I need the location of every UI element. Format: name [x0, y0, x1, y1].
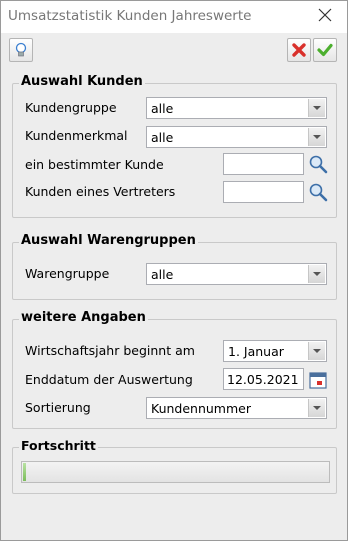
bestimmter-kunde-input[interactable] [223, 153, 304, 175]
title-bar: Umsatzstatistik Kunden Jahreswerte [1, 1, 347, 33]
label-vertreter: Kunden eines Vertreters [25, 184, 176, 199]
green-check-icon [317, 43, 333, 57]
kundengruppe-select[interactable]: alle [146, 97, 327, 119]
label-sortierung: Sortierung [25, 400, 91, 415]
vertreter-input[interactable] [223, 181, 304, 203]
label-kundenmerkmal: Kundenmerkmal [25, 128, 128, 143]
kundenmerkmal-select[interactable]: alle [146, 126, 327, 148]
group-title-fortschritt: Fortschritt [19, 438, 98, 453]
search-icon[interactable] [307, 181, 329, 203]
chevron-down-icon[interactable] [308, 128, 325, 146]
chevron-down-icon[interactable] [308, 99, 325, 117]
kundengruppe-value: alle [151, 101, 174, 116]
sortierung-select[interactable]: Kundennummer [146, 397, 327, 419]
chevron-down-icon[interactable] [308, 342, 325, 360]
label-enddatum: Enddatum der Auswertung [25, 372, 193, 387]
chevron-down-icon[interactable] [308, 265, 325, 283]
label-warengruppe: Warengruppe [25, 266, 110, 281]
progress-bar [21, 461, 330, 483]
warengruppe-value: alle [151, 267, 174, 282]
calendar-icon[interactable] [307, 369, 329, 391]
red-x-icon [292, 43, 306, 57]
enddatum-value: 12.05.2021 [227, 372, 299, 387]
dialog-window: Umsatzstatistik Kunden Jahreswerte Auswa… [0, 0, 348, 541]
label-wirtschaftsjahr: Wirtschaftsjahr beginnt am [25, 343, 195, 358]
toolbar [2, 34, 346, 64]
group-title-kunden: Auswahl Kunden [19, 74, 145, 89]
group-title-weitere: weitere Angaben [19, 310, 148, 325]
cancel-button[interactable] [287, 38, 311, 62]
group-title-waren: Auswahl Warengruppen [19, 233, 198, 248]
label-kundengruppe: Kundengruppe [25, 100, 117, 115]
progress-fill [23, 463, 26, 481]
wirtschaftsjahr-select[interactable]: 1. Januar [223, 340, 327, 362]
chevron-down-icon[interactable] [308, 399, 325, 417]
enddatum-input[interactable]: 12.05.2021 [223, 368, 304, 390]
warengruppe-select[interactable]: alle [146, 263, 327, 285]
lightbulb-icon [15, 42, 27, 57]
wirtschaftsjahr-value: 1. Januar [228, 344, 284, 359]
search-icon[interactable] [307, 153, 329, 175]
window-title: Umsatzstatistik Kunden Jahreswerte [8, 8, 252, 24]
sortierung-value: Kundennummer [151, 401, 251, 416]
kundenmerkmal-value: alle [151, 130, 174, 145]
hint-button[interactable] [9, 38, 33, 62]
ok-button[interactable] [313, 38, 337, 62]
label-bestimmter-kunde: ein bestimmter Kunde [25, 157, 164, 172]
close-icon[interactable] [316, 6, 334, 24]
